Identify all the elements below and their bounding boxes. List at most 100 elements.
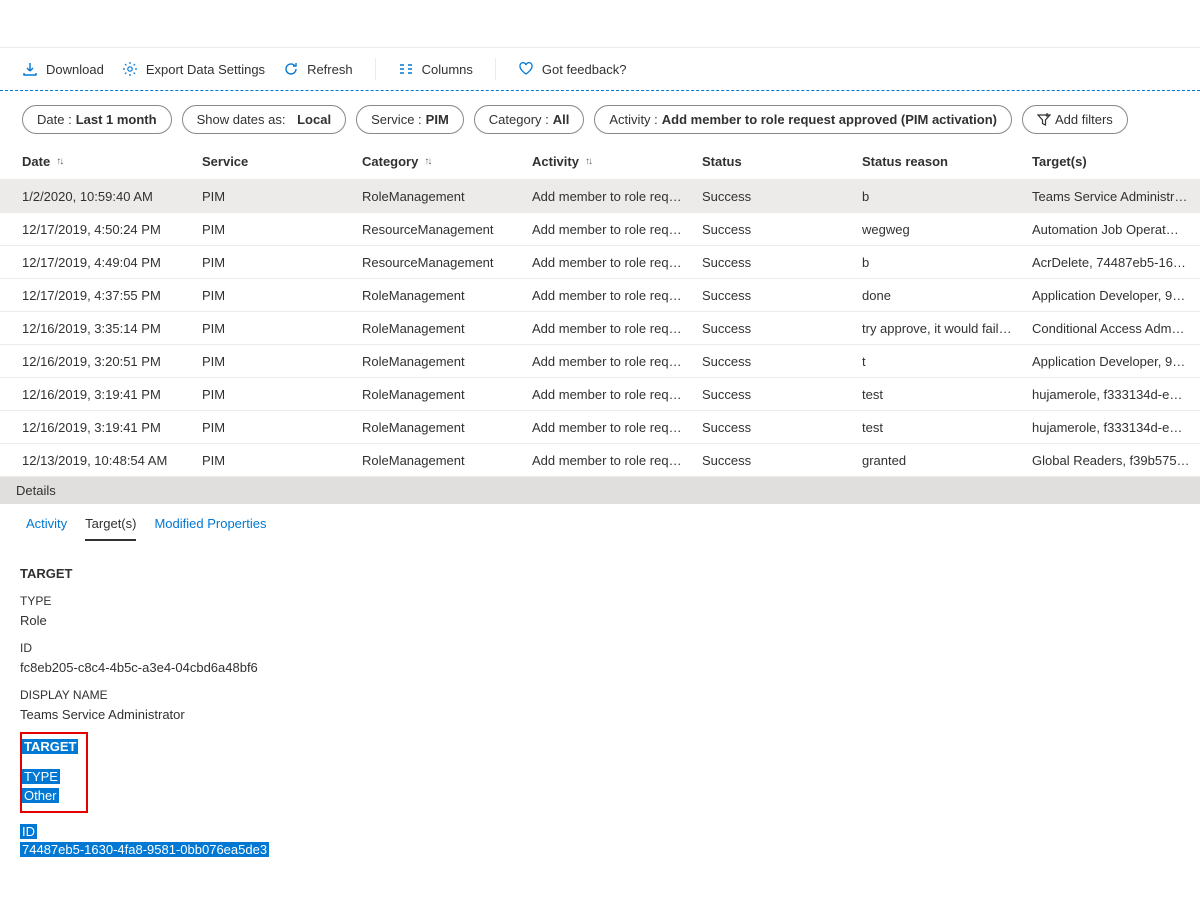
columns-button[interactable]: Columns	[398, 61, 473, 77]
command-bar: Download Export Data Settings Refresh Co…	[0, 48, 1200, 91]
export-label: Export Data Settings	[146, 62, 265, 77]
cell-reason: try approve, it would fail…	[862, 321, 1032, 336]
filter-date[interactable]: Date : Last 1 month	[22, 105, 172, 134]
cell-targets: Teams Service Administr…	[1032, 189, 1200, 204]
download-icon	[22, 61, 38, 77]
target1-dn-label: DISPLAY NAME	[20, 687, 1180, 704]
cell-service: PIM	[202, 453, 362, 468]
cell-service: PIM	[202, 321, 362, 336]
col-date[interactable]: Date ↑↓	[22, 154, 202, 169]
tab-targets[interactable]: Target(s)	[85, 512, 136, 541]
table-row[interactable]: 12/17/2019, 4:37:55 PMPIMRoleManagementA…	[0, 279, 1200, 312]
cell-reason: wegweg	[862, 222, 1032, 237]
cell-category: RoleManagement	[362, 387, 532, 402]
filter-activity-label: Activity :	[609, 112, 657, 127]
cell-activity: Add member to role req…	[532, 321, 702, 336]
table-row[interactable]: 12/16/2019, 3:19:41 PMPIMRoleManagementA…	[0, 411, 1200, 444]
filter-category-value: All	[553, 112, 570, 127]
table-row[interactable]: 12/16/2019, 3:19:41 PMPIMRoleManagementA…	[0, 378, 1200, 411]
table-row[interactable]: 12/17/2019, 4:50:24 PMPIMResourceManagem…	[0, 213, 1200, 246]
cell-activity: Add member to role req…	[532, 453, 702, 468]
export-button[interactable]: Export Data Settings	[122, 61, 265, 77]
cell-category: ResourceManagement	[362, 222, 532, 237]
cell-status: Success	[702, 387, 862, 402]
filter-date-label: Date :	[37, 112, 72, 127]
cell-category: RoleManagement	[362, 288, 532, 303]
sort-icon: ↑↓	[585, 156, 591, 167]
target2-heading-text: TARGET	[22, 739, 78, 754]
filter-showdates[interactable]: Show dates as: Local	[182, 105, 346, 134]
details-body: TARGET TYPE Role ID fc8eb205-c8c4-4b5c-a…	[0, 541, 1200, 871]
cell-status: Success	[702, 222, 862, 237]
target2-heading: TARGET	[22, 738, 78, 756]
target1-heading: TARGET	[20, 565, 1180, 583]
filter-showdates-label: Show dates as:	[197, 112, 286, 127]
cell-reason: b	[862, 189, 1032, 204]
cell-category: RoleManagement	[362, 189, 532, 204]
cell-activity: Add member to role req…	[532, 222, 702, 237]
cell-category: RoleManagement	[362, 354, 532, 369]
cell-targets: AcrDelete, 74487eb5-16…	[1032, 255, 1200, 270]
feedback-label: Got feedback?	[542, 62, 627, 77]
filter-service-value: PIM	[426, 112, 449, 127]
target1-id-label: ID	[20, 640, 1180, 657]
target1-type-label: TYPE	[20, 593, 1180, 610]
col-status[interactable]: Status	[702, 154, 862, 169]
cell-service: PIM	[202, 288, 362, 303]
details-header-label: Details	[16, 483, 56, 498]
target2-type-label: TYPE	[22, 768, 78, 786]
filter-activity-value: Add member to role request approved (PIM…	[662, 112, 997, 127]
download-button[interactable]: Download	[22, 61, 104, 77]
cell-status: Success	[702, 453, 862, 468]
columns-label: Columns	[422, 62, 473, 77]
cell-activity: Add member to role req…	[532, 189, 702, 204]
filter-service[interactable]: Service : PIM	[356, 105, 464, 134]
cell-reason: b	[862, 255, 1032, 270]
cell-service: PIM	[202, 354, 362, 369]
filter-activity[interactable]: Activity : Add member to role request ap…	[594, 105, 1012, 134]
filter-date-value: Last 1 month	[76, 112, 157, 127]
cell-service: PIM	[202, 387, 362, 402]
add-filters-button[interactable]: Add filters	[1022, 105, 1128, 134]
table-row[interactable]: 12/13/2019, 10:48:54 AMPIMRoleManagement…	[0, 444, 1200, 477]
cell-status: Success	[702, 288, 862, 303]
col-activity-label: Activity	[532, 154, 579, 169]
tab-modified[interactable]: Modified Properties	[154, 512, 266, 541]
table-row[interactable]: 12/16/2019, 3:35:14 PMPIMRoleManagementA…	[0, 312, 1200, 345]
add-filters-label: Add filters	[1055, 112, 1113, 127]
target2-id-value: 74487eb5-1630-4fa8-9581-0bb076ea5de3	[20, 841, 1180, 859]
highlight-redbox: TARGET TYPE Other	[20, 732, 88, 813]
col-targets[interactable]: Target(s)	[1032, 154, 1200, 169]
cell-status: Success	[702, 420, 862, 435]
col-reason-label: Status reason	[862, 154, 948, 169]
table-row[interactable]: 12/17/2019, 4:49:04 PMPIMResourceManagem…	[0, 246, 1200, 279]
col-category[interactable]: Category ↑↓	[362, 154, 532, 169]
details-tabs: Activity Target(s) Modified Properties	[0, 504, 1200, 541]
target2-id-label: ID	[20, 823, 1180, 841]
col-service[interactable]: Service	[202, 154, 362, 169]
sort-icon: ↑↓	[424, 156, 430, 167]
col-activity[interactable]: Activity ↑↓	[532, 154, 702, 169]
table-row[interactable]: 12/16/2019, 3:20:51 PMPIMRoleManagement A…	[0, 345, 1200, 378]
filter-category[interactable]: Category : All	[474, 105, 585, 134]
cell-targets: Global Readers, f39b575…	[1032, 453, 1200, 468]
target2-id-value-text: 74487eb5-1630-4fa8-9581-0bb076ea5de3	[20, 842, 269, 857]
col-targets-label: Target(s)	[1032, 154, 1087, 169]
filter-showdates-value: Local	[297, 112, 331, 127]
cell-date: 12/16/2019, 3:20:51 PM	[22, 354, 202, 369]
col-status-label: Status	[702, 154, 742, 169]
col-reason[interactable]: Status reason	[862, 154, 1032, 169]
top-empty-area	[0, 0, 1200, 48]
target2-type-value-text: Other	[22, 788, 59, 803]
cell-date: 12/16/2019, 3:19:41 PM	[22, 387, 202, 402]
refresh-button[interactable]: Refresh	[283, 61, 353, 77]
feedback-button[interactable]: Got feedback?	[518, 61, 627, 77]
cell-service: PIM	[202, 255, 362, 270]
table-row[interactable]: 1/2/2020, 10:59:40 AMPIMRoleManagementAd…	[0, 180, 1200, 213]
cell-targets: Application Developer, 9…	[1032, 354, 1200, 369]
audit-table: Date ↑↓ Service Category ↑↓ Activity ↑↓ …	[0, 144, 1200, 477]
tab-activity[interactable]: Activity	[26, 512, 67, 541]
filter-service-label: Service :	[371, 112, 422, 127]
heart-icon	[518, 61, 534, 77]
cell-targets: Automation Job Operat…	[1032, 222, 1200, 237]
